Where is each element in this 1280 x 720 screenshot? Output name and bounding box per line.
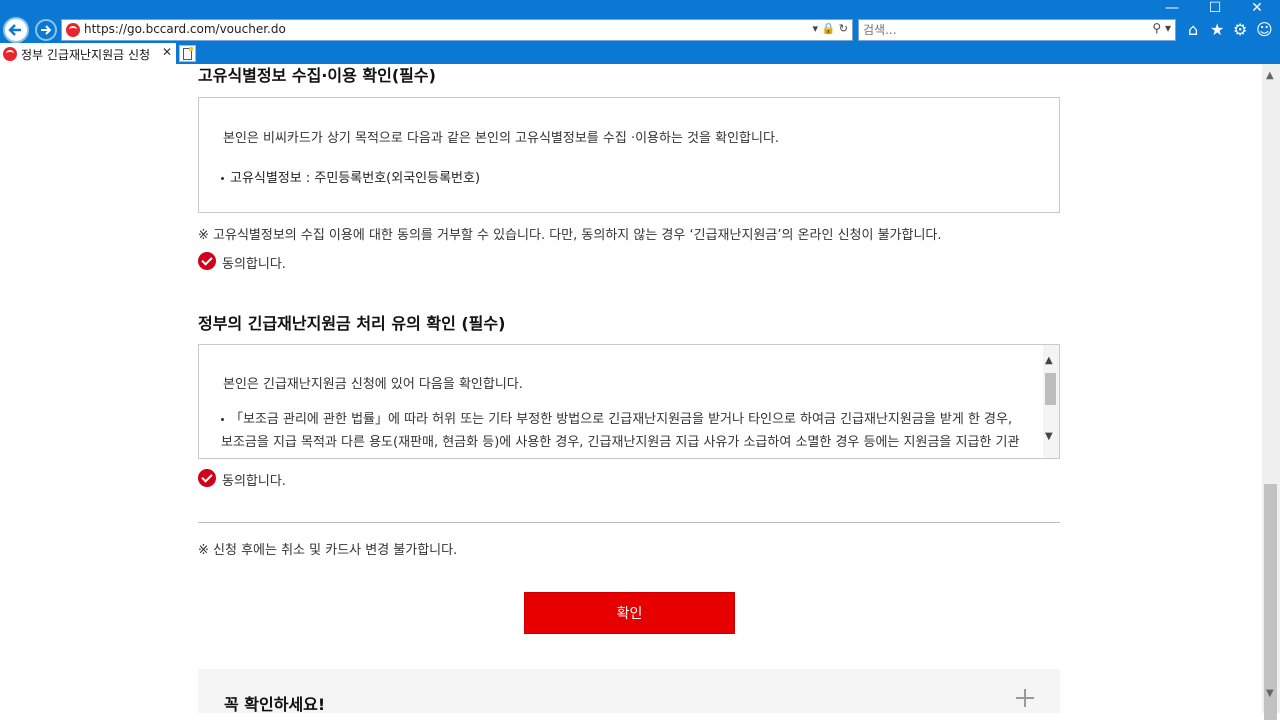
- search-dropdown-icon[interactable]: ▾: [1165, 21, 1171, 35]
- section1-title: 고유식별정보 수집·이용 확인(필수): [198, 66, 436, 85]
- bullet-icon: [221, 177, 224, 180]
- browser-toolbar: https://go.bccard.com/voucher.do ▾ 🔒 ↻ ⚲…: [0, 0, 1280, 64]
- search-box[interactable]: ⚲ ▾: [858, 19, 1176, 41]
- section2-agree-checkbox[interactable]: 동의합니다.: [198, 469, 318, 489]
- section1-bullet-text: 고유식별정보 : 주민등록번호(외국인등록번호): [230, 171, 481, 186]
- close-window-button[interactable]: ✕: [1237, 0, 1277, 16]
- must-check-panel[interactable]: 꼭 확인하세요!: [198, 669, 1060, 713]
- scroll-down-icon[interactable]: ▼: [1045, 431, 1053, 442]
- section1-body: 본인은 비씨카드가 상기 목적으로 다음과 같은 본인의 고유식별정보를 수집 …: [223, 131, 780, 146]
- divider: [198, 522, 1060, 523]
- section2-body: 본인은 긴급재난지원금 신청에 있어 다음을 확인합니다.: [223, 377, 523, 392]
- section2-bullet: 「보조금 관리에 관한 법률」에 따라 허위 또는 기타 부정한 방법으로 긴급…: [221, 408, 1021, 458]
- smiley-icon[interactable]: ☺: [1256, 19, 1273, 41]
- minimize-button[interactable]: —: [1152, 0, 1192, 16]
- lock-icon[interactable]: 🔒: [822, 22, 836, 35]
- page-scroll-up-icon[interactable]: ▲: [1266, 70, 1274, 81]
- section1-note: ※ 고유식별정보의 수집 이용에 대한 동의를 거부할 수 있습니다. 다만, …: [198, 228, 942, 243]
- tab-close-icon[interactable]: ✕: [162, 45, 172, 59]
- address-bar[interactable]: https://go.bccard.com/voucher.do ▾ 🔒 ↻: [61, 19, 853, 41]
- maximize-button[interactable]: ☐: [1195, 0, 1235, 16]
- page-scroll-thumb[interactable]: [1264, 484, 1277, 720]
- section1-agree-checkbox[interactable]: 동의합니다.: [198, 252, 318, 272]
- site-favicon-icon: [66, 23, 80, 37]
- section1-bullet: 고유식별정보 : 주민등록번호(외국인등록번호): [221, 167, 480, 186]
- section2-scrollbar[interactable]: ▲ ▼: [1043, 345, 1059, 458]
- section2-agree-label[interactable]: 동의합니다.: [222, 470, 286, 489]
- star-icon[interactable]: ★: [1210, 19, 1224, 41]
- home-icon[interactable]: ⌂: [1188, 19, 1198, 41]
- page-scrollbar[interactable]: ▲ ▼: [1262, 64, 1280, 720]
- plus-icon[interactable]: [1016, 689, 1034, 707]
- page-scroll-down-icon[interactable]: ▼: [1266, 688, 1274, 699]
- section2-bullet-text: 「보조금 관리에 관한 법률」에 따라 허위 또는 기타 부정한 방법으로 긴급…: [221, 412, 1020, 450]
- check-icon[interactable]: [198, 469, 216, 487]
- tab-title: 정부 긴급재난지원금 신청: [21, 48, 151, 62]
- check-icon[interactable]: [198, 252, 216, 270]
- section1-box: 본인은 비씨카드가 상기 목적으로 다음과 같은 본인의 고유식별정보를 수집 …: [198, 97, 1060, 213]
- dropdown-arrow-icon[interactable]: ▾: [813, 22, 819, 35]
- search-input[interactable]: [863, 21, 1133, 39]
- must-check-title: 꼭 확인하세요!: [224, 695, 326, 713]
- confirm-button[interactable]: 확인: [524, 592, 735, 634]
- forward-icon[interactable]: [35, 19, 57, 41]
- new-tab-icon[interactable]: [179, 45, 196, 62]
- scroll-thumb[interactable]: [1045, 373, 1056, 405]
- section2-title: 정부의 긴급재난지원금 처리 유의 확인 (필수): [198, 314, 506, 333]
- section2-box[interactable]: 본인은 긴급재난지원금 신청에 있어 다음을 확인합니다. 「보조금 관리에 관…: [198, 344, 1060, 459]
- bullet-icon: [221, 418, 224, 421]
- tab-favicon-icon: [3, 47, 17, 61]
- page-content: 고유식별정보 수집·이용 확인(필수) 본인은 비씨카드가 상기 목적으로 다음…: [0, 64, 1262, 713]
- refresh-icon[interactable]: ↻: [839, 22, 848, 35]
- section1-agree-label[interactable]: 동의합니다.: [222, 253, 286, 272]
- url-text[interactable]: https://go.bccard.com/voucher.do: [84, 22, 286, 36]
- section2-scroll-content[interactable]: 본인은 긴급재난지원금 신청에 있어 다음을 확인합니다. 「보조금 관리에 관…: [199, 345, 1043, 458]
- notice-text: ※ 신청 후에는 취소 및 카드사 변경 불가합니다.: [198, 543, 458, 558]
- search-icon[interactable]: ⚲: [1152, 21, 1161, 35]
- active-tab[interactable]: 정부 긴급재난지원금 신청 ✕: [0, 43, 176, 64]
- scroll-up-icon[interactable]: ▲: [1045, 355, 1053, 366]
- gear-icon[interactable]: ⚙: [1233, 19, 1247, 41]
- back-icon[interactable]: [3, 17, 29, 43]
